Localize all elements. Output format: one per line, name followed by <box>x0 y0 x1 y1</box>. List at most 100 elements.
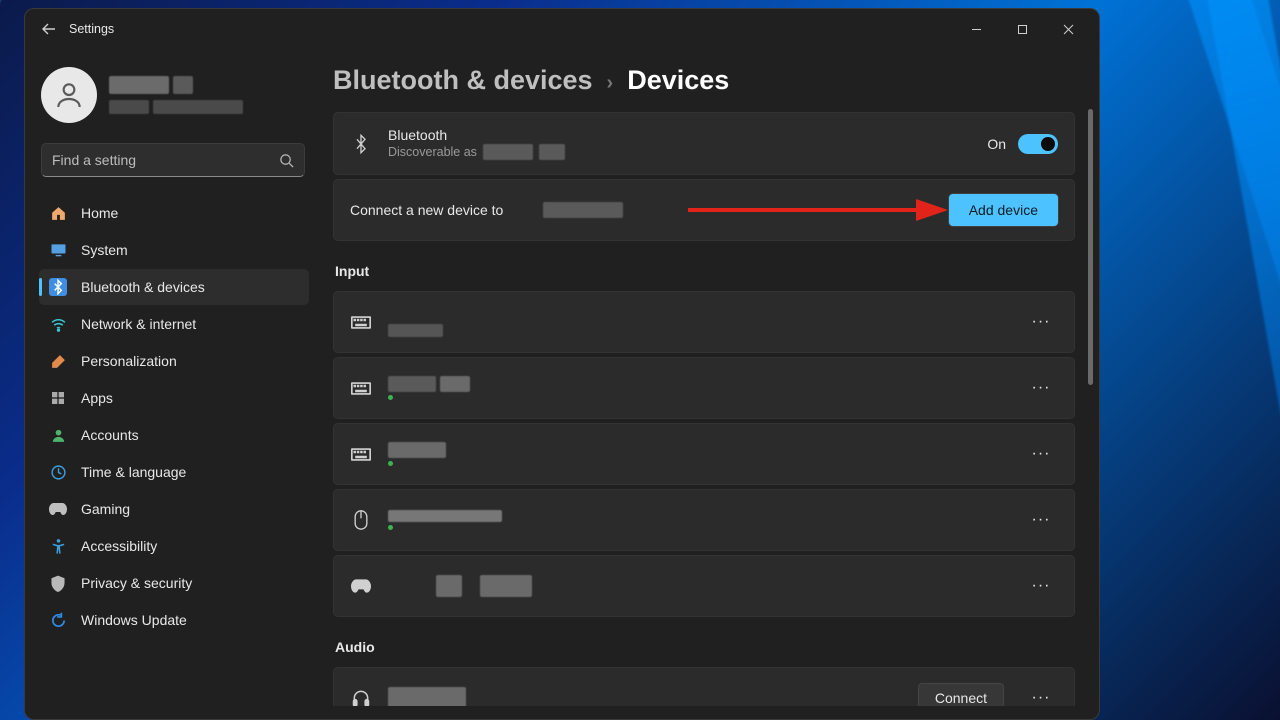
nav-label: Home <box>81 205 118 221</box>
connect-text: Connect a new device to <box>350 202 503 218</box>
nav-label: Network & internet <box>81 316 196 332</box>
nav-accounts[interactable]: Accounts <box>39 417 309 453</box>
redacted-user-email <box>153 100 243 114</box>
annotation-arrow-icon <box>688 199 948 221</box>
nav-label: Apps <box>81 390 113 406</box>
clock-globe-icon <box>49 463 67 481</box>
back-arrow-icon <box>41 21 57 37</box>
headphones-icon <box>350 688 372 706</box>
update-icon <box>49 611 67 629</box>
nav-system[interactable]: System <box>39 232 309 268</box>
breadcrumb-parent[interactable]: Bluetooth & devices <box>333 65 593 96</box>
nav-time-language[interactable]: Time & language <box>39 454 309 490</box>
redacted-device-name <box>388 442 446 458</box>
nav-home[interactable]: Home <box>39 195 309 231</box>
bluetooth-icon <box>49 278 67 296</box>
redacted-device-name <box>388 510 502 522</box>
redacted-pc-name <box>543 202 623 218</box>
close-icon <box>1063 24 1074 35</box>
minimize-icon <box>971 24 982 35</box>
bluetooth-icon <box>350 134 372 154</box>
device-more-button[interactable]: ··· <box>1024 305 1058 339</box>
back-button[interactable] <box>33 13 65 45</box>
settings-window: Settings <box>24 8 1100 720</box>
status-dot-icon <box>388 461 393 466</box>
minimize-button[interactable] <box>953 13 999 45</box>
account-icon <box>49 426 67 444</box>
gamepad-icon <box>350 579 372 593</box>
device-more-button[interactable]: ··· <box>1024 569 1058 603</box>
profile-block[interactable] <box>39 61 309 137</box>
breadcrumb: Bluetooth & devices › Devices <box>333 65 1099 112</box>
breadcrumb-current: Devices <box>627 65 729 96</box>
nav-label: Windows Update <box>81 612 187 628</box>
gamepad-icon <box>49 500 67 518</box>
chevron-right-icon: › <box>607 72 614 95</box>
nav-gaming[interactable]: Gaming <box>39 491 309 527</box>
redacted-device-name <box>483 144 533 160</box>
device-more-button[interactable]: ··· <box>1024 437 1058 471</box>
redacted-device-name <box>388 687 466 706</box>
window-title: Settings <box>69 22 114 36</box>
keyboard-icon <box>350 448 372 461</box>
nav-apps[interactable]: Apps <box>39 380 309 416</box>
redacted-user-email <box>109 100 149 114</box>
profile-text <box>109 76 243 114</box>
sidebar: Home System Bluetooth & devices <box>25 49 317 719</box>
apps-icon <box>49 389 67 407</box>
input-device-row[interactable]: ··· <box>333 489 1075 551</box>
redacted-device-name <box>480 575 532 597</box>
device-more-button[interactable]: ··· <box>1024 503 1058 537</box>
add-device-card: Connect a new device to Add device <box>333 179 1075 241</box>
system-icon <box>49 241 67 259</box>
maximize-button[interactable] <box>999 13 1045 45</box>
status-dot-icon <box>388 525 393 530</box>
audio-connect-button[interactable]: Connect <box>918 683 1004 706</box>
device-more-button[interactable]: ··· <box>1024 681 1058 706</box>
vertical-scrollbar[interactable] <box>1088 109 1093 709</box>
redacted-device-name <box>436 575 462 597</box>
bluetooth-state-label: On <box>987 136 1006 152</box>
nav-label: Time & language <box>81 464 186 480</box>
nav-bluetooth-devices[interactable]: Bluetooth & devices <box>39 269 309 305</box>
section-input-label: Input <box>335 263 1073 279</box>
keyboard-icon <box>350 382 372 395</box>
nav-label: Personalization <box>81 353 177 369</box>
search-input[interactable] <box>52 152 279 168</box>
device-more-button[interactable]: ··· <box>1024 371 1058 405</box>
nav-privacy-security[interactable]: Privacy & security <box>39 565 309 601</box>
nav-network[interactable]: Network & internet <box>39 306 309 342</box>
redacted-device-name <box>539 144 565 160</box>
nav-label: System <box>81 242 128 258</box>
nav-windows-update[interactable]: Windows Update <box>39 602 309 638</box>
nav-accessibility[interactable]: Accessibility <box>39 528 309 564</box>
mouse-icon <box>350 510 372 530</box>
scrollbar-thumb[interactable] <box>1088 109 1093 385</box>
bluetooth-toggle[interactable] <box>1018 134 1058 154</box>
input-device-row[interactable]: ··· <box>333 423 1075 485</box>
nav-label: Accessibility <box>81 538 157 554</box>
redacted-user-name <box>109 76 169 94</box>
audio-device-row[interactable]: Connect ··· <box>333 667 1075 706</box>
avatar <box>41 67 97 123</box>
input-device-row[interactable]: ··· <box>333 555 1075 617</box>
redacted-user-name <box>173 76 193 94</box>
maximize-icon <box>1017 24 1028 35</box>
input-device-row[interactable]: ··· <box>333 357 1075 419</box>
nav-label: Privacy & security <box>81 575 192 591</box>
redacted-device-name <box>388 376 436 392</box>
add-device-button[interactable]: Add device <box>949 194 1058 226</box>
search-icon <box>279 153 294 168</box>
nav-personalization[interactable]: Personalization <box>39 343 309 379</box>
close-button[interactable] <box>1045 13 1091 45</box>
search-box[interactable] <box>41 143 305 177</box>
bluetooth-toggle-card: Bluetooth Discoverable as On <box>333 112 1075 175</box>
home-icon <box>49 204 67 222</box>
nav-label: Accounts <box>81 427 139 443</box>
input-device-row[interactable]: ··· <box>333 291 1075 353</box>
bluetooth-title: Bluetooth <box>388 127 971 143</box>
paintbrush-icon <box>49 352 67 370</box>
accessibility-icon <box>49 537 67 555</box>
shield-icon <box>49 574 67 592</box>
section-audio-label: Audio <box>335 639 1073 655</box>
